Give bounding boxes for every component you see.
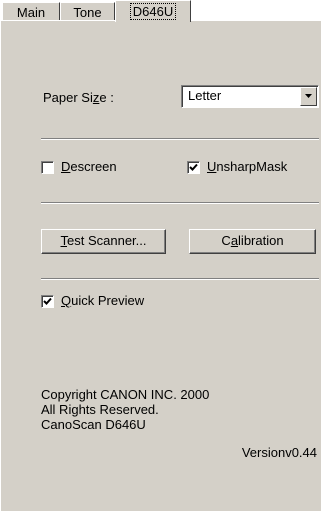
settings-panel: Paper Size : Letter Descreen UnsharpMask… — [0, 20, 321, 511]
tab-tone-label: Tone — [73, 5, 102, 20]
unsharp-mask-label[interactable]: UnsharpMask — [207, 159, 287, 174]
paper-size-label: Paper Size : — [43, 90, 114, 105]
separator — [41, 138, 319, 140]
chevron-down-icon — [305, 94, 312, 98]
tab-d646u[interactable]: D646U — [115, 0, 191, 22]
separator — [41, 202, 319, 204]
quick-preview-checkbox[interactable] — [41, 295, 54, 308]
tab-main-label: Main — [16, 5, 46, 20]
paper-size-value: Letter — [188, 88, 222, 103]
descreen-label[interactable]: Descreen — [61, 159, 117, 174]
checkmark-icon — [43, 297, 52, 305]
tab-d646u-label: D646U — [129, 3, 177, 20]
copyright-line-3: CanoScan D646U — [41, 417, 146, 432]
descreen-checkbox[interactable] — [41, 161, 54, 174]
scanner-properties-dialog: Main Tone D646U Paper Size : Letter Desc… — [0, 0, 321, 511]
paper-size-dropdown-button[interactable] — [300, 87, 317, 106]
tab-main[interactable]: Main — [2, 2, 60, 21]
calibration-button[interactable]: Calibration — [189, 229, 316, 254]
version-label: Versionv0.44 — [241, 445, 317, 460]
separator — [41, 278, 319, 280]
copyright-line-2: All Rights Reserved. — [41, 402, 159, 417]
paper-size-select[interactable]: Letter — [181, 85, 319, 108]
tab-tone[interactable]: Tone — [60, 2, 115, 21]
quick-preview-label[interactable]: Quick Preview — [61, 293, 144, 308]
checkmark-icon — [189, 163, 198, 171]
copyright-line-1: Copyright CANON INC. 2000 — [41, 387, 210, 402]
test-scanner-button[interactable]: Test Scanner... — [41, 229, 166, 254]
unsharp-mask-checkbox[interactable] — [187, 161, 200, 174]
